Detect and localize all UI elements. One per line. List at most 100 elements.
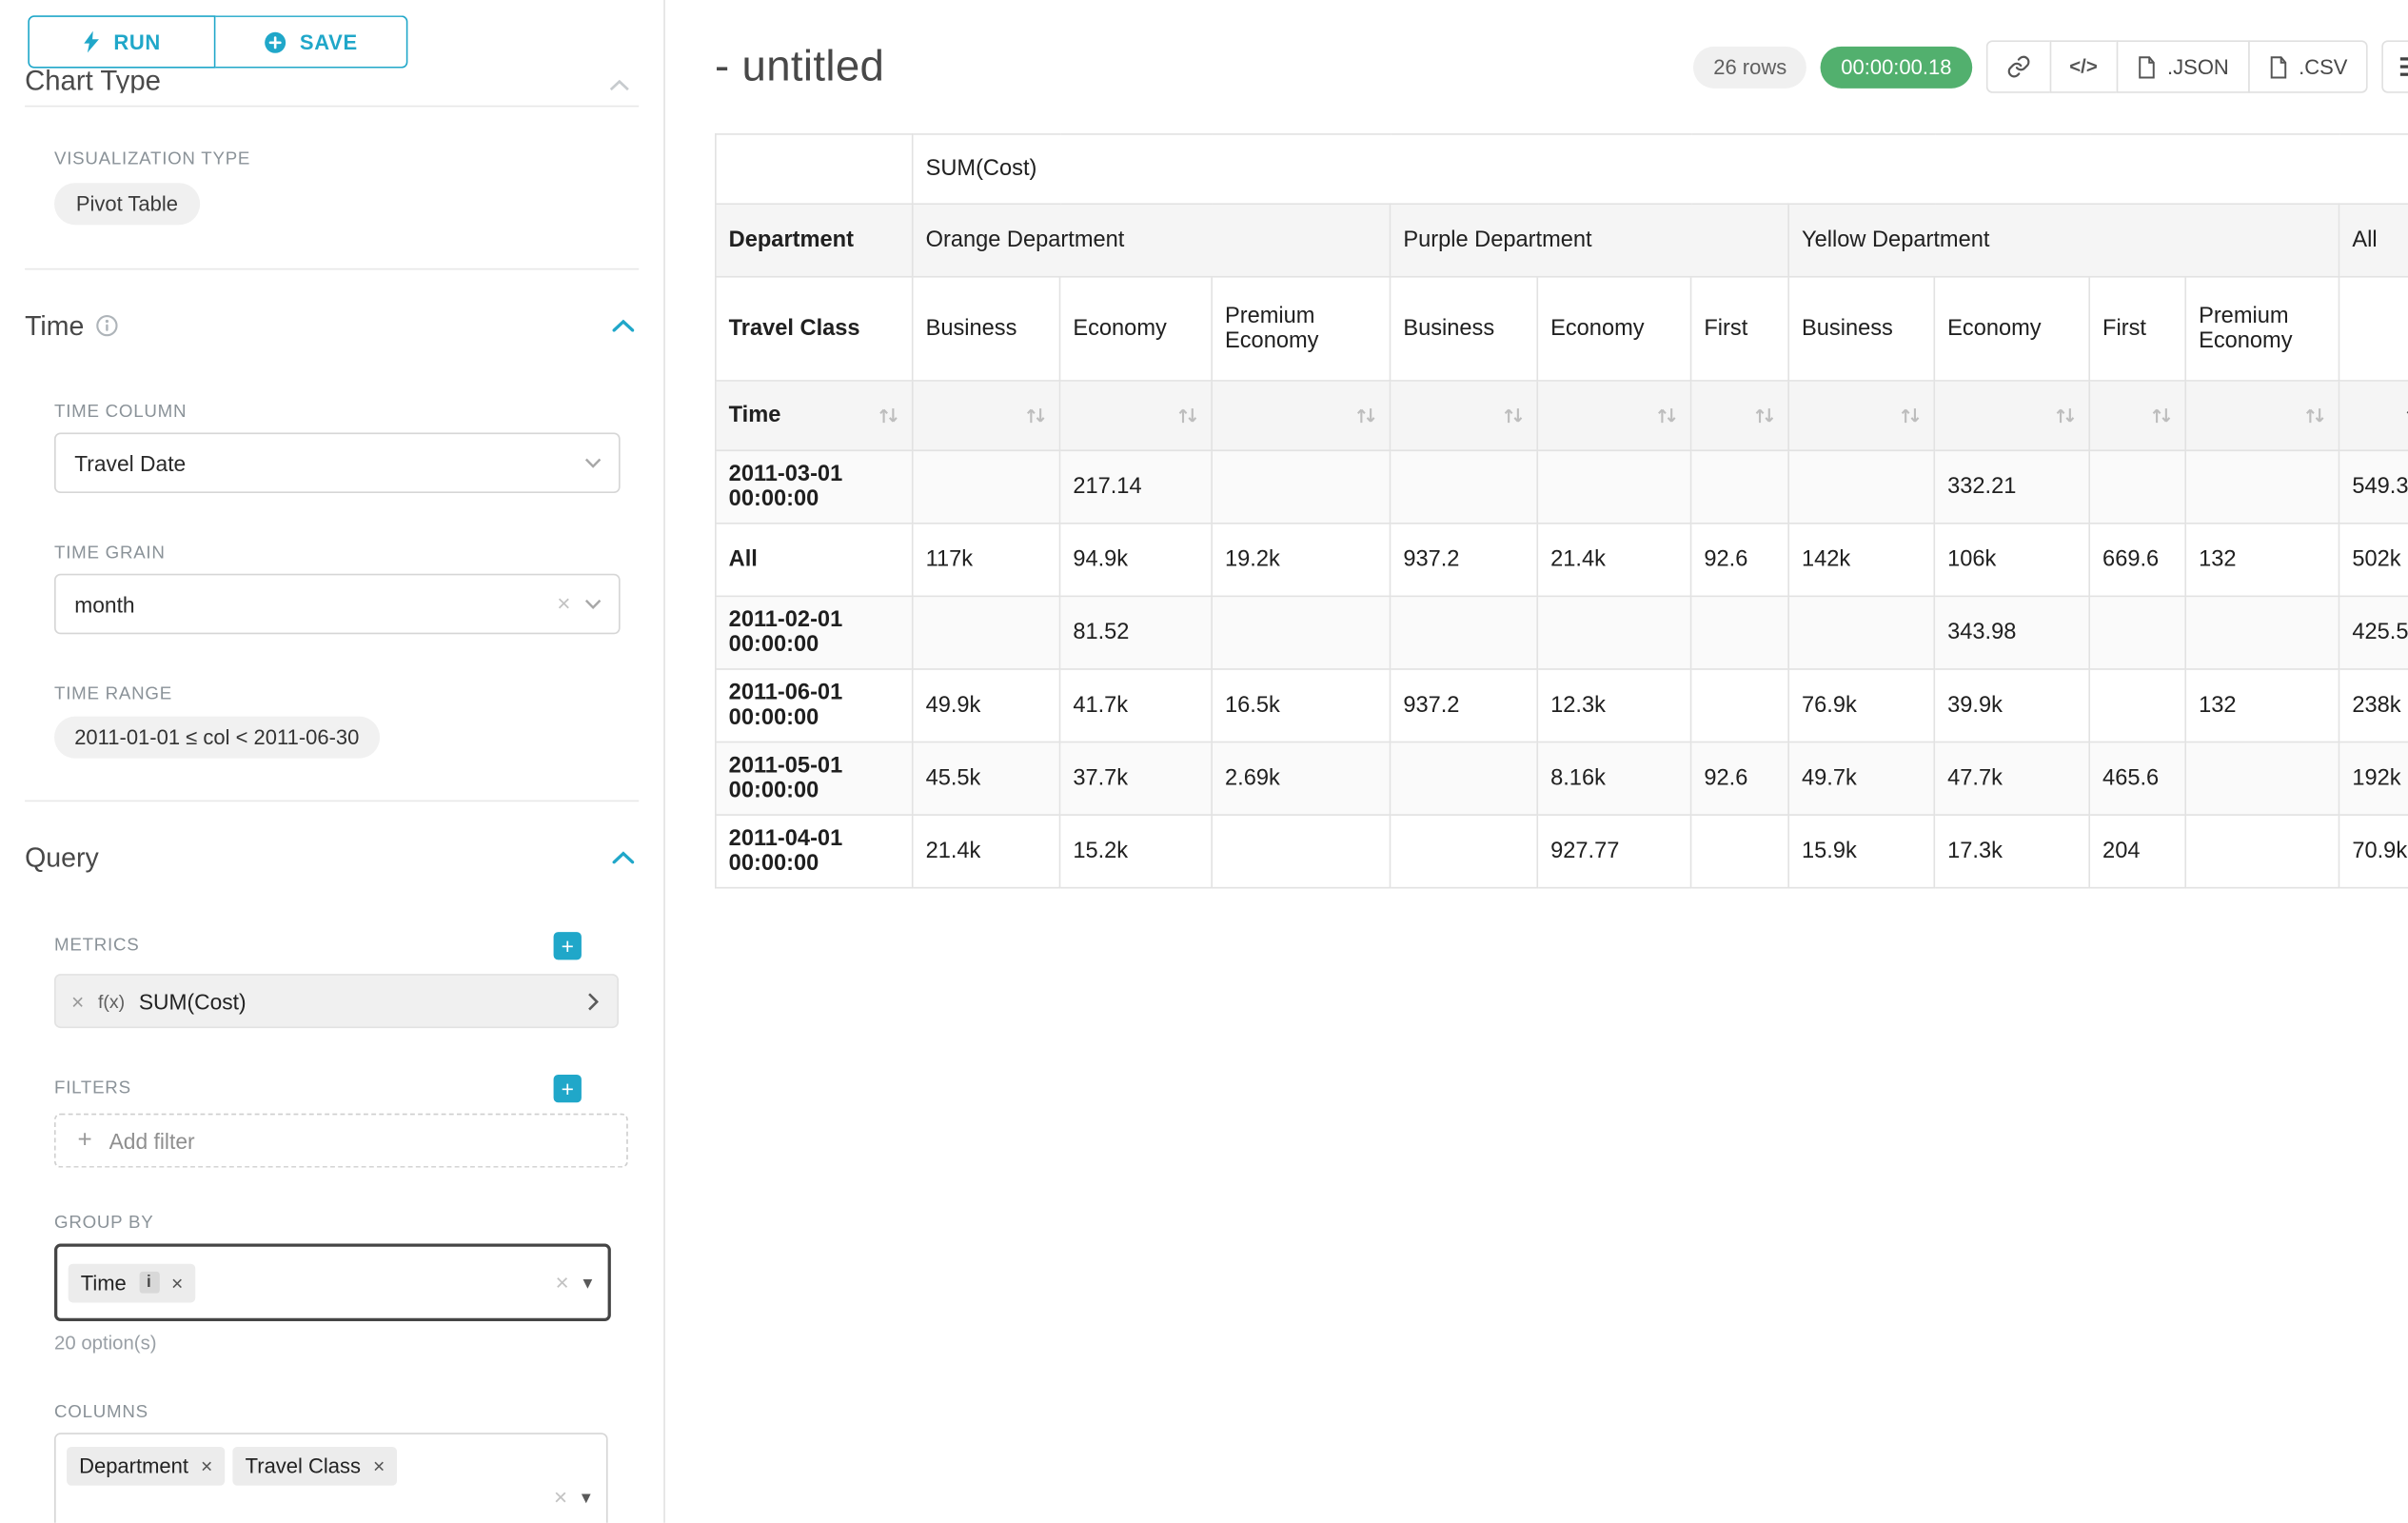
remove-tag-icon[interactable]: × <box>201 1456 212 1476</box>
column-sort-header[interactable] <box>1212 381 1390 450</box>
column-sort-header[interactable] <box>1934 381 2089 450</box>
remove-tag-icon[interactable]: × <box>373 1456 385 1476</box>
row-header-cell: 2011-06-01 00:00:00 <box>716 669 913 742</box>
export-button-group: </> .JSON .CSV <box>1985 40 2367 92</box>
value-cell: 94.9k <box>1059 524 1212 597</box>
travel-class-header: Business <box>913 277 1060 381</box>
query-section-header[interactable]: Query <box>25 839 639 876</box>
value-cell: 132 <box>2185 524 2339 597</box>
hamburger-icon <box>2399 57 2408 76</box>
sort-toggle-icon[interactable] <box>1754 406 1776 425</box>
remove-metric-icon[interactable]: × <box>71 990 84 1012</box>
sort-toggle-icon[interactable] <box>1503 406 1525 425</box>
options-hint: 20 option(s) <box>54 1332 639 1354</box>
department-header: Purple Department <box>1390 204 1788 277</box>
row-header-cell: 2011-03-01 00:00:00 <box>716 450 913 524</box>
value-cell: 106k <box>1934 524 2089 597</box>
chevron-down-icon <box>584 599 602 609</box>
value-cell: 238k <box>2339 669 2408 742</box>
column-sort-header[interactable] <box>1691 381 1789 450</box>
info-icon[interactable]: i <box>139 1272 159 1294</box>
sort-toggle-icon[interactable] <box>2055 406 2077 425</box>
travel-class-header: Premium Economy <box>1212 277 1390 381</box>
value-cell <box>913 450 1060 524</box>
add-filter-button[interactable]: + <box>554 1075 582 1102</box>
pivot-corner-cell <box>716 134 913 204</box>
value-cell: 332.21 <box>1934 450 2089 524</box>
column-sort-header-active[interactable] <box>2339 381 2408 450</box>
value-cell <box>1390 815 1537 888</box>
value-cell: 49.9k <box>913 669 1060 742</box>
chevron-right-icon[interactable] <box>587 992 598 1011</box>
viz-type-value[interactable]: Pivot Table <box>54 183 200 225</box>
time-sort-header[interactable]: Time <box>716 381 913 450</box>
sort-toggle-icon[interactable] <box>1656 406 1678 425</box>
save-label: SAVE <box>300 30 358 53</box>
chevron-up-icon[interactable] <box>612 320 634 332</box>
column-sort-header[interactable] <box>1059 381 1212 450</box>
column-sort-header[interactable] <box>913 381 1060 450</box>
department-header: Yellow Department <box>1788 204 2339 277</box>
sort-toggle-icon[interactable] <box>1900 406 1922 425</box>
sort-toggle-icon[interactable] <box>1176 406 1198 425</box>
time-column-select[interactable]: Travel Date <box>54 433 621 494</box>
value-cell <box>1691 596 1789 669</box>
clear-icon[interactable]: × <box>556 1271 569 1294</box>
value-cell: 39.9k <box>1934 669 2089 742</box>
pivot-row: 2011-05-01 00:00:0045.5k37.7k2.69k8.16k9… <box>716 742 2408 816</box>
remove-tag-icon[interactable]: × <box>171 1273 183 1293</box>
run-label: RUN <box>113 30 161 53</box>
value-cell <box>1390 450 1537 524</box>
metric-item[interactable]: × f(x) SUM(Cost) <box>54 974 619 1028</box>
value-cell: 2.69k <box>1212 742 1390 816</box>
pivot-row: 2011-04-01 00:00:0021.4k15.2k927.7715.9k… <box>716 815 2408 888</box>
copy-link-button[interactable] <box>1985 40 2050 92</box>
info-icon <box>96 315 118 337</box>
add-metric-button[interactable]: + <box>554 932 582 959</box>
time-grain-select[interactable]: month × <box>54 574 621 635</box>
value-cell: 117k <box>913 524 1060 597</box>
time-range-value[interactable]: 2011-01-01 ≤ col < 2011-06-30 <box>54 717 380 759</box>
travel-class-header: Economy <box>1934 277 2089 381</box>
file-icon <box>2136 55 2156 78</box>
clear-icon[interactable]: × <box>554 1486 567 1509</box>
embed-code-button[interactable]: </> <box>2049 40 2118 92</box>
run-button[interactable]: RUN <box>28 15 215 68</box>
value-cell: 937.2 <box>1390 669 1537 742</box>
value-cell: 81.52 <box>1059 596 1212 669</box>
group-by-select[interactable]: Time i × × ▾ <box>54 1244 611 1321</box>
plus-icon: + <box>77 1128 91 1153</box>
chevron-up-icon[interactable] <box>612 851 634 863</box>
save-button[interactable]: SAVE <box>215 15 407 68</box>
column-sort-header[interactable] <box>1788 381 1934 450</box>
chart-title[interactable]: - untitled <box>715 42 884 91</box>
column-sort-header[interactable] <box>1537 381 1690 450</box>
value-cell: 502k <box>2339 524 2408 597</box>
value-cell: 192k <box>2339 742 2408 816</box>
caret-down-icon[interactable]: ▾ <box>582 1488 591 1507</box>
column-sort-header[interactable] <box>1390 381 1537 450</box>
travel-class-header: Premium Economy <box>2185 277 2339 381</box>
value-cell: 132 <box>2185 669 2339 742</box>
add-filter-dropzone[interactable]: + Add filter <box>54 1114 628 1168</box>
sort-toggle-icon[interactable] <box>878 406 899 425</box>
pivot-row: 2011-02-01 00:00:0081.52343.98425.5 <box>716 596 2408 669</box>
sort-toggle-icon[interactable] <box>1025 406 1047 425</box>
value-cell <box>1390 742 1537 816</box>
menu-button[interactable] <box>2381 40 2408 92</box>
link-icon <box>2005 54 2030 79</box>
export-json-button[interactable]: .JSON <box>2116 40 2249 92</box>
sort-toggle-icon[interactable] <box>2151 406 2173 425</box>
chevron-down-icon <box>584 458 602 468</box>
column-sort-header[interactable] <box>2089 381 2185 450</box>
clear-icon[interactable]: × <box>557 592 570 615</box>
sort-toggle-icon[interactable] <box>2304 406 2326 425</box>
columns-select[interactable]: Department × Travel Class × × ▾ <box>54 1433 608 1522</box>
column-sort-header[interactable] <box>2185 381 2339 450</box>
sort-toggle-icon[interactable] <box>1355 406 1377 425</box>
value-cell: 16.5k <box>1212 669 1390 742</box>
time-section-header[interactable]: Time <box>25 307 639 345</box>
export-csv-button[interactable]: .CSV <box>2247 40 2367 92</box>
value-cell <box>1212 815 1390 888</box>
caret-down-icon[interactable]: ▾ <box>582 1273 592 1292</box>
